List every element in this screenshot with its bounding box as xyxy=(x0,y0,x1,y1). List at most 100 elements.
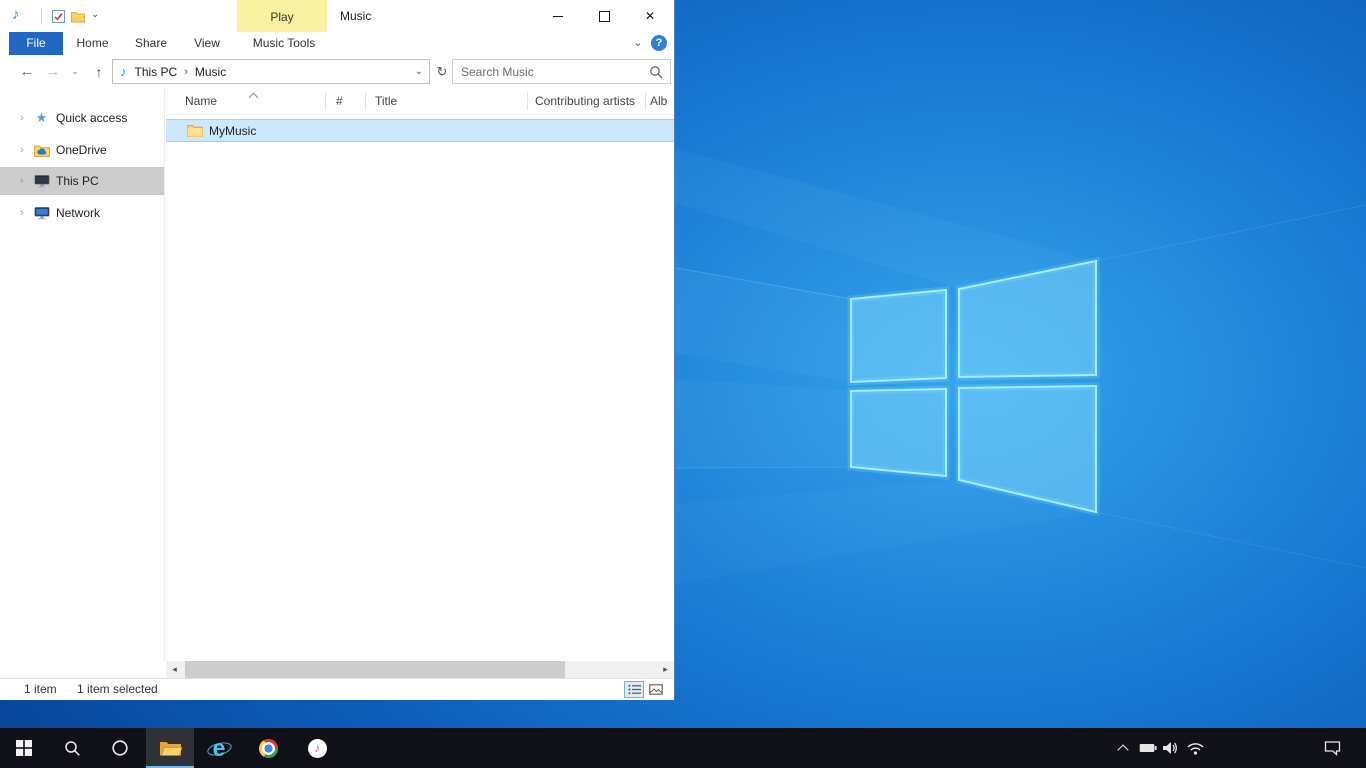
navigation-pane: › ★ Quick access › OneDrive › xyxy=(0,88,165,661)
volume-tray-icon[interactable] xyxy=(1159,728,1181,768)
taskbar-chrome-button[interactable] xyxy=(244,728,292,768)
windows-logo-icon xyxy=(16,740,32,756)
close-icon: ✕ xyxy=(645,9,655,23)
file-explorer-icon xyxy=(159,739,182,757)
ribbon-collapse-icon[interactable]: ⌄ xyxy=(628,32,648,55)
tab-view[interactable]: View xyxy=(184,32,230,55)
large-icons-view-button[interactable] xyxy=(646,681,666,698)
refresh-button[interactable]: ↻ xyxy=(433,59,451,84)
scrollbar-thumb[interactable] xyxy=(185,661,565,678)
address-bar[interactable]: ♪ This PC › Music ⌄ xyxy=(112,59,430,84)
breadcrumb-music[interactable]: Music xyxy=(195,65,226,79)
sidebar-item-quick-access[interactable]: › ★ Quick access xyxy=(0,104,164,132)
column-divider xyxy=(645,92,646,110)
action-center-button[interactable] xyxy=(1308,728,1356,768)
sidebar-item-label: OneDrive xyxy=(56,143,107,157)
navigation-bar: ← → ⌄ ↑ ♪ This PC › Music ⌄ ↻ xyxy=(0,55,674,89)
forward-button[interactable]: → xyxy=(41,55,65,88)
search-box[interactable] xyxy=(452,59,671,84)
battery-icon xyxy=(1139,743,1157,753)
search-icon xyxy=(64,740,81,757)
column-header-contributing-artists[interactable]: Contributing artists xyxy=(535,88,635,114)
column-header-number[interactable]: # xyxy=(336,88,343,114)
up-button[interactable]: ↑ xyxy=(87,55,111,88)
column-divider xyxy=(527,92,528,110)
itunes-icon: ♪ xyxy=(308,739,327,758)
tab-file[interactable]: File xyxy=(9,32,63,55)
properties-icon[interactable] xyxy=(50,9,66,24)
address-dropdown-icon[interactable]: ⌄ xyxy=(415,66,423,77)
tab-home[interactable]: Home xyxy=(69,32,116,55)
taskbar-internet-explorer-button[interactable]: e xyxy=(195,728,243,768)
status-bar: 1 item 1 item selected xyxy=(0,678,674,700)
column-header-name[interactable]: Name xyxy=(185,88,217,114)
title-bar[interactable]: ♪ ⌄ Play Music ✕ xyxy=(0,0,674,32)
ribbon-tab-row: File Home Share View Music Tools ⌄ ? xyxy=(0,32,674,56)
sidebar-item-label: This PC xyxy=(56,174,99,188)
taskbar: e ♪ xyxy=(0,728,1366,768)
file-explorer-window: ♪ ⌄ Play Music ✕ File Home Share View Mu… xyxy=(0,0,675,700)
show-hidden-icons-button[interactable] xyxy=(1112,728,1134,768)
music-tools-group-header[interactable]: Play xyxy=(237,0,327,33)
help-button[interactable]: ? xyxy=(651,35,667,51)
tree-chevron-icon[interactable]: › xyxy=(20,175,33,187)
tree-chevron-icon[interactable]: › xyxy=(20,112,33,124)
tab-music-tools[interactable]: Music Tools xyxy=(240,32,328,55)
details-view-button[interactable] xyxy=(624,681,644,698)
wifi-icon xyxy=(1186,741,1205,755)
action-center-icon xyxy=(1324,740,1341,756)
sidebar-item-network[interactable]: › Network xyxy=(0,199,164,227)
tab-share[interactable]: Share xyxy=(127,32,175,55)
taskbar-search-button[interactable] xyxy=(48,728,96,768)
sidebar-item-label: Network xyxy=(56,206,100,220)
column-header-title[interactable]: Title xyxy=(375,88,397,114)
column-divider xyxy=(365,92,366,110)
column-header-row: Name # Title Contributing artists Alb xyxy=(166,88,674,115)
breadcrumb-separator-icon: › xyxy=(184,66,188,78)
selection-count: 1 item selected xyxy=(77,679,158,700)
taskbar-itunes-button[interactable]: ♪ xyxy=(293,728,341,768)
new-folder-icon[interactable] xyxy=(70,9,86,24)
column-header-album[interactable]: Alb xyxy=(650,88,667,114)
file-name: MyMusic xyxy=(209,124,256,138)
quick-access-toolbar-dropdown-icon[interactable]: ⌄ xyxy=(91,9,99,20)
help-icon: ? xyxy=(656,37,663,49)
minimize-icon xyxy=(553,16,563,17)
network-tray-icon[interactable] xyxy=(1182,728,1208,768)
this-pc-icon xyxy=(33,173,50,189)
sidebar-item-this-pc[interactable]: › This PC xyxy=(0,167,164,195)
file-row-mymusic[interactable]: MyMusic xyxy=(166,119,674,142)
properties-icon-glyph xyxy=(52,10,65,23)
internet-explorer-icon: e xyxy=(206,735,232,761)
sidebar-item-onedrive[interactable]: › OneDrive xyxy=(0,136,164,164)
scroll-right-button[interactable]: ▸ xyxy=(657,661,674,678)
cortana-button[interactable] xyxy=(96,728,144,768)
search-icon[interactable] xyxy=(649,65,663,82)
window-title: Music xyxy=(340,0,371,32)
cortana-circle-icon xyxy=(111,739,129,757)
column-divider xyxy=(325,92,326,110)
sidebar-item-label: Quick access xyxy=(56,111,127,125)
search-input[interactable] xyxy=(453,60,670,83)
breadcrumb-this-pc[interactable]: This PC xyxy=(135,65,178,79)
music-tools-group-label: Play xyxy=(270,10,293,24)
onedrive-icon xyxy=(33,142,50,158)
scroll-left-button[interactable]: ◂ xyxy=(166,661,183,678)
toolbar-divider xyxy=(41,8,42,24)
quick-access-star-icon: ★ xyxy=(33,110,50,126)
horizontal-scrollbar[interactable]: ◂ ▸ xyxy=(166,661,674,678)
maximize-button[interactable] xyxy=(581,0,627,32)
start-button[interactable] xyxy=(0,728,48,768)
address-music-icon: ♪ xyxy=(120,64,127,79)
music-app-icon: ♪ xyxy=(12,7,20,22)
taskbar-file-explorer-button[interactable] xyxy=(146,728,194,768)
minimize-button[interactable] xyxy=(535,0,581,32)
tree-chevron-icon[interactable]: › xyxy=(20,144,33,156)
tree-chevron-icon[interactable]: › xyxy=(20,207,33,219)
network-icon xyxy=(33,205,50,221)
recent-locations-dropdown-icon[interactable]: ⌄ xyxy=(67,55,83,88)
back-button[interactable]: ← xyxy=(15,55,39,88)
close-button[interactable]: ✕ xyxy=(627,0,673,32)
speaker-icon xyxy=(1162,740,1178,756)
battery-tray-icon[interactable] xyxy=(1136,728,1159,768)
